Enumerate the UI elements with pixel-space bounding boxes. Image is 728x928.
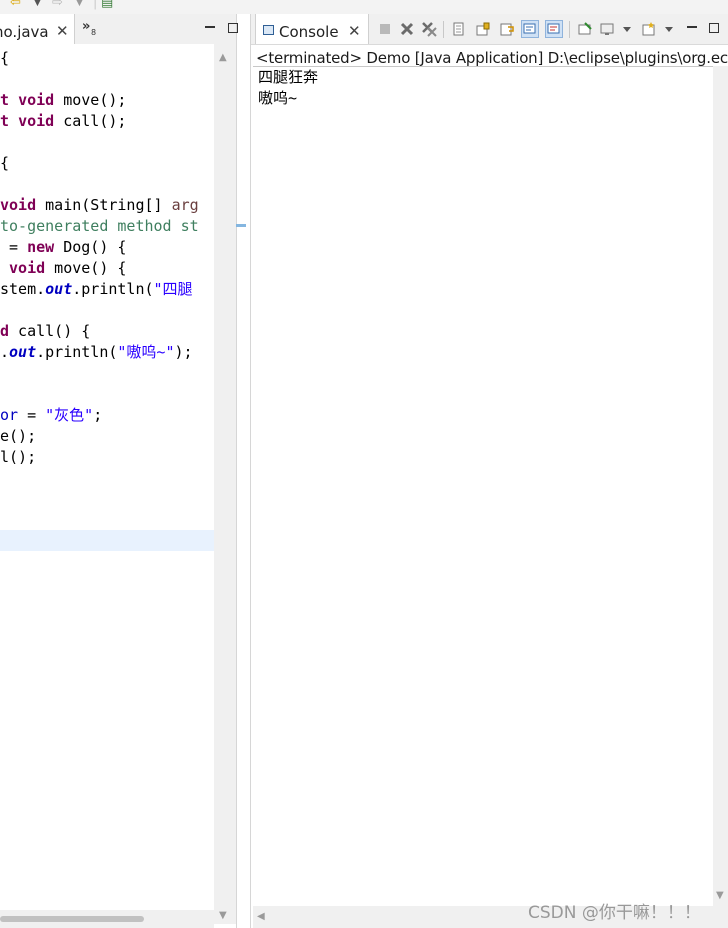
console-tab-label: Console [279,23,339,41]
tab-overflow-icon[interactable]: » [82,19,90,34]
chevron-down-icon[interactable] [623,27,631,32]
console-view: Console ✕ <terminated> Demo [Java Applic… [250,14,728,928]
chevron-down-icon[interactable] [665,27,673,32]
main-toolbar: ⇦ ▼ ⇨ ▼ | ▤ [0,0,728,14]
editor-pane: no.java ✕ » 8 { t void move(); t void ca… [0,14,238,928]
minimize-icon[interactable] [205,26,215,28]
current-line-highlight [0,530,214,551]
editor-tab-label: no.java [0,23,49,41]
code-line: d call() { [0,322,91,340]
tab-console[interactable]: Console ✕ [255,14,369,44]
code-line: l(); [0,448,37,466]
code-line: { [0,154,10,172]
back-dropdown-icon[interactable]: ▼ [34,0,41,8]
scroll-down-icon[interactable]: ▼ [716,890,724,901]
maximize-icon[interactable] [709,23,719,33]
console-header: Console ✕ [251,14,728,45]
scroll-down-icon[interactable]: ▼ [219,910,227,921]
code-line: { [0,49,10,67]
console-output[interactable]: 四腿狂奔 嗷呜~ [253,66,713,907]
maximize-icon[interactable] [228,23,238,33]
console-icon [263,25,274,35]
clear-console-icon[interactable] [451,21,467,37]
code-line: t void move(); [0,91,127,109]
console-vertical-scrollbar[interactable]: ▼ [713,66,728,908]
process-label: <terminated> Demo [Java Application] D:\… [256,49,728,67]
display-console-icon[interactable] [599,21,615,37]
code-line: void main(String[] arg [0,196,199,214]
show-stdout-icon[interactable] [521,20,539,38]
toolbar-separator: | [93,0,98,10]
code-line: or = "灰色"; [0,406,103,424]
new-file-icon[interactable]: ▤ [101,0,113,10]
toolbar-separator [569,21,570,38]
code-line: .out.println("嗷呜~"); [0,343,193,361]
scroll-lock-icon[interactable] [475,21,491,37]
pin-console-icon[interactable] [577,21,593,37]
code-editor[interactable]: { t void move(); t void call(); { void m… [0,44,214,921]
code-line: = new Dog() { [0,238,127,256]
console-output-line: 四腿狂奔 [258,68,319,86]
word-wrap-icon[interactable] [499,21,515,37]
show-stderr-icon[interactable] [545,20,563,38]
scroll-left-icon[interactable]: ◀ [257,911,265,922]
toolbar-separator [443,21,444,38]
remove-all-icon[interactable] [421,21,437,37]
scrollbar-thumb[interactable] [0,916,144,922]
back-arrow-icon[interactable]: ⇦ [10,0,21,10]
close-icon[interactable]: ✕ [56,22,69,40]
scroll-up-icon[interactable]: ▲ [219,52,227,63]
open-console-icon[interactable] [641,21,657,37]
code-line: to-generated method st [0,217,199,235]
editor-horizontal-scrollbar[interactable] [0,910,214,928]
code-line: e(); [0,427,37,445]
code-line: stem.out.println("四腿 [0,280,193,298]
tab-overflow-count: 8 [91,28,97,37]
editor-tab-demo-java[interactable]: no.java ✕ [0,14,75,44]
editor-vertical-scrollbar[interactable]: ▲ ▼ [214,44,236,924]
terminate-icon[interactable] [377,21,393,37]
minimize-icon[interactable] [687,26,697,28]
close-icon[interactable]: ✕ [348,22,361,40]
forward-dropdown-icon[interactable]: ▼ [76,0,83,8]
forward-arrow-icon[interactable]: ⇨ [52,0,63,10]
watermark: CSDN @你干嘛！！！ [528,903,701,923]
code-line: t void call(); [0,112,127,130]
code-line: void move() { [9,259,127,277]
console-output-line: 嗷呜~ [258,89,298,107]
overview-ruler-mark[interactable] [236,224,246,227]
remove-launch-icon[interactable] [399,21,415,37]
editor-tabbar: no.java ✕ » 8 [0,14,238,45]
